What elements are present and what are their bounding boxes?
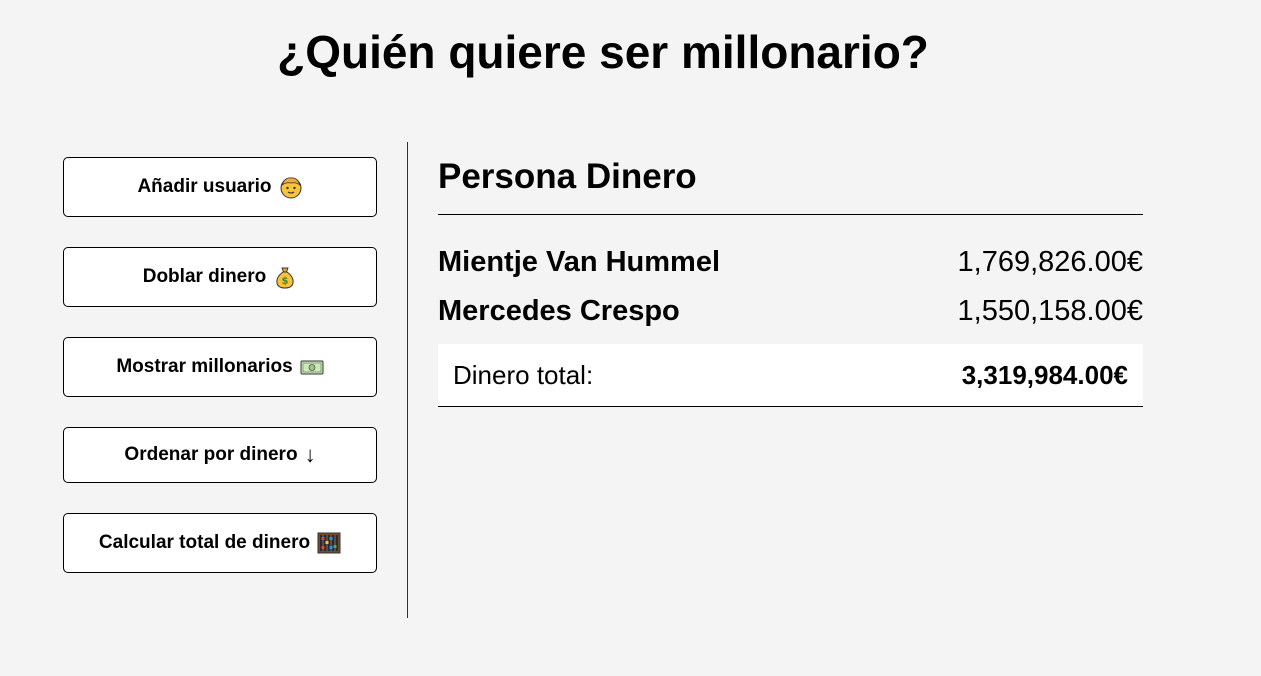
total-value: 3,319,984.00€	[961, 359, 1128, 390]
table-header: Persona Dinero	[438, 150, 1143, 215]
add-user-label: Añadir usuario	[137, 176, 272, 197]
sort-by-money-button[interactable]: Ordenar por dinero ↓	[63, 427, 377, 483]
person-money: 1,769,826.00€	[957, 246, 1143, 278]
show-millionaires-label: Mostrar millonarios	[116, 356, 293, 377]
svg-text:$: $	[282, 276, 289, 287]
people-list: Mientje Van Hummel 1,769,826.00€ Mercede…	[438, 215, 1143, 336]
calculate-total-button[interactable]: Calcular total de dinero	[63, 513, 377, 573]
person-name: Mercedes Crespo	[438, 295, 680, 327]
person-money: 1,550,158.00€	[957, 295, 1143, 327]
total-label: Dinero total:	[453, 359, 594, 390]
sidebar: Añadir usuario Doblar dinero $ Mostrar m…	[63, 157, 377, 603]
person-face-icon	[279, 175, 303, 199]
add-user-button[interactable]: Añadir usuario	[63, 157, 377, 217]
total-row: Dinero total: 3,319,984.00€	[438, 344, 1143, 407]
double-money-label: Doblar dinero	[142, 266, 267, 287]
person-name: Mientje Van Hummel	[438, 246, 721, 278]
banknote-icon	[300, 355, 324, 379]
show-millionaires-button[interactable]: Mostrar millonarios	[63, 337, 377, 397]
abacus-icon	[317, 531, 341, 555]
money-bag-icon: $	[273, 265, 297, 289]
table-row: Mientje Van Hummel 1,769,826.00€	[438, 238, 1143, 287]
page-title: ¿Quién quiere ser millonario?	[277, 26, 929, 78]
calculate-total-label: Calcular total de dinero	[98, 532, 311, 553]
vertical-divider	[407, 142, 408, 618]
table-row: Mercedes Crespo 1,550,158.00€	[438, 287, 1143, 336]
down-arrow-icon: ↓	[304, 442, 316, 467]
sort-by-money-label: Ordenar por dinero	[124, 444, 298, 465]
double-money-button[interactable]: Doblar dinero $	[63, 247, 377, 307]
main-panel: Persona Dinero Mientje Van Hummel 1,769,…	[438, 150, 1143, 407]
